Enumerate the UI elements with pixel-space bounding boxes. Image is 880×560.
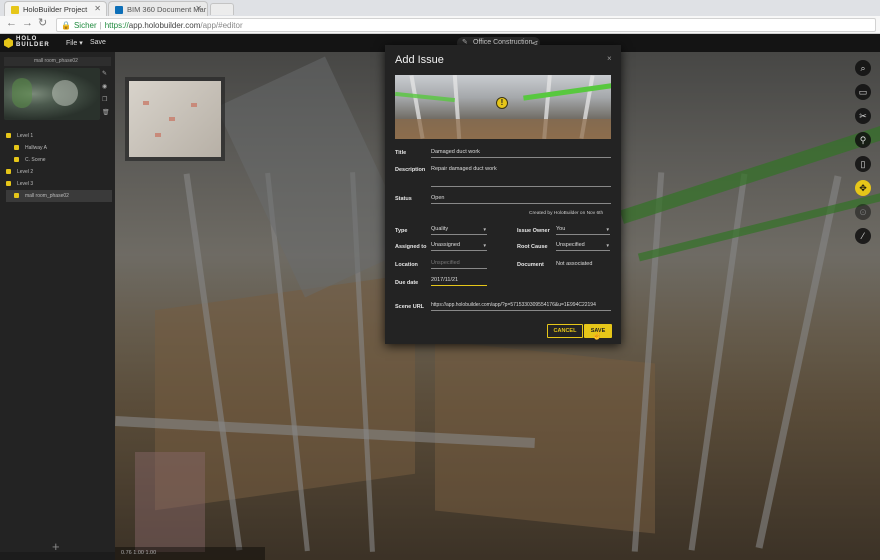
tree-item-selected[interactable]: mall room_phase02 [6, 190, 112, 202]
location-label: Location [395, 262, 418, 268]
target-icon[interactable]: ⊙ [855, 204, 871, 220]
move-icon[interactable]: ✥ [855, 180, 871, 196]
zoom-icon[interactable]: ⌕ [855, 60, 871, 76]
hide-icon[interactable]: ◉ [102, 83, 112, 90]
document-value: Not associated [556, 261, 593, 267]
close-tab-icon[interactable]: ✕ [195, 4, 202, 13]
lock-icon: 🔒 [61, 21, 71, 30]
tree-item[interactable]: C. Scene [6, 154, 112, 166]
due-date-input[interactable]: 2017/11/21 [431, 277, 487, 286]
reload-icon[interactable]: ↻ [38, 16, 47, 29]
logo-hexagon-icon [4, 38, 13, 48]
tree-item[interactable]: Hallway A [6, 142, 112, 154]
url-input[interactable]: 🔒 Sicher | https://app.holobuilder.com/app/… [56, 18, 876, 32]
line-icon[interactable]: ⁄ [855, 228, 871, 244]
add-issue-dialog: Add Issue × ! Title Damaged duct work De… [385, 45, 621, 344]
folder-icon [6, 169, 11, 175]
browser-tab-bar: HoloBuilder Project ✕ BIM 360 Document M… [0, 0, 880, 16]
due-date-label: Due date [395, 280, 419, 286]
status-label: Status [395, 196, 412, 202]
dropdown-caret-icon: ▼ [605, 243, 610, 248]
issue-owner-label: Issue Owner [517, 228, 550, 234]
save-menu[interactable]: Save [90, 39, 106, 46]
sidebar-tool-column: ✎ ◉ ❐ 🗑 [102, 70, 112, 116]
dialog-title: Add Issue [395, 54, 444, 66]
dropdown-caret-icon: ▼ [482, 243, 487, 248]
scene-url-input[interactable]: https://app.holobuilder.com/app/?p=57153… [431, 302, 611, 311]
scene-sidebar: mall room_phase02 ✎ ◉ ❐ 🗑 Level 1 Hallwa… [0, 52, 115, 560]
close-tab-icon[interactable]: ✕ [94, 4, 101, 13]
forward-arrow-icon[interactable]: → [22, 17, 33, 29]
tab-holobuilder-project[interactable]: HoloBuilder Project ✕ [4, 1, 107, 16]
bim360-favicon-icon [115, 6, 123, 14]
type-label: Type [395, 228, 408, 234]
location-input[interactable]: Unspecified [431, 260, 487, 269]
pencil-icon[interactable]: ✎ [102, 70, 112, 77]
cancel-button[interactable]: CANCEL [547, 324, 583, 338]
clipboard-icon[interactable]: ▯ [855, 156, 871, 172]
title-input[interactable]: Damaged duct work [431, 149, 611, 158]
browser-address-bar: ← → ↻ 🔒 Sicher | https://app.holobuilder.co… [0, 16, 880, 34]
scene-name-bar: mall room_phase02 [4, 57, 111, 66]
measure-icon[interactable]: ✂ [855, 108, 871, 124]
description-label: Description [395, 167, 426, 173]
tree-item[interactable]: Level 2 [6, 166, 112, 178]
description-textarea[interactable]: Repair damaged duct work [431, 166, 611, 187]
copy-icon[interactable]: ❐ [102, 96, 112, 103]
file-menu[interactable]: File ▾ [66, 39, 83, 47]
link-icon[interactable]: ⚲ [855, 132, 871, 148]
scene-tree: Level 1 Hallway A C. Scene Level 2 Level… [6, 130, 112, 202]
folder-icon [14, 145, 19, 151]
camera-icon[interactable]: ▭ [855, 84, 871, 100]
issue-owner-select[interactable]: You ▼ [556, 226, 610, 235]
minimap[interactable] [125, 77, 225, 161]
title-label: Title [395, 150, 407, 156]
tree-item[interactable]: Level 1 [6, 130, 112, 142]
folder-icon [14, 157, 19, 163]
back-arrow-icon[interactable]: ← [6, 17, 17, 29]
folder-icon [6, 133, 11, 139]
close-icon[interactable]: × [607, 54, 612, 63]
status-input[interactable]: Open [431, 195, 611, 204]
scene-icon [14, 193, 19, 199]
panorama-thumbnail[interactable] [4, 68, 100, 120]
dropdown-caret-icon: ▼ [482, 227, 487, 232]
trash-icon[interactable]: 🗑 [102, 109, 112, 116]
viewport-toolbar: ⌕ ▭ ✂ ⚲ ▯ ✥ ⊙ ⁄ [855, 60, 875, 252]
assigned-to-select[interactable]: Unassigned ▼ [431, 242, 487, 251]
add-scene-button[interactable]: + [52, 539, 60, 554]
tree-item[interactable]: Level 3 [6, 178, 112, 190]
viewport-status-bar: 0.76 1.00 1.00 [115, 547, 265, 560]
scene-url-label: Scene URL [395, 304, 425, 310]
assigned-to-label: Assigned to [395, 244, 427, 250]
issue-preview-image: ! [395, 75, 611, 139]
holobuilder-favicon-icon [11, 6, 19, 14]
folder-icon [6, 181, 11, 187]
mouse-pointer-icon: ☝ [592, 331, 602, 340]
dropdown-caret-icon: ▼ [605, 227, 610, 232]
tab-bim360[interactable]: BIM 360 Document Mar ✕ [108, 1, 208, 16]
created-note: Created by HoloBuilder on Nov 6th [529, 211, 604, 216]
floorplan-image [129, 81, 221, 157]
type-select[interactable]: Quality ▼ [431, 226, 487, 235]
new-tab-button[interactable] [210, 3, 234, 15]
issue-marker-icon: ! [496, 97, 508, 109]
document-label: Document [517, 262, 544, 268]
root-cause-select[interactable]: Unspecified ▼ [556, 242, 610, 251]
root-cause-label: Root Cause [517, 244, 548, 250]
